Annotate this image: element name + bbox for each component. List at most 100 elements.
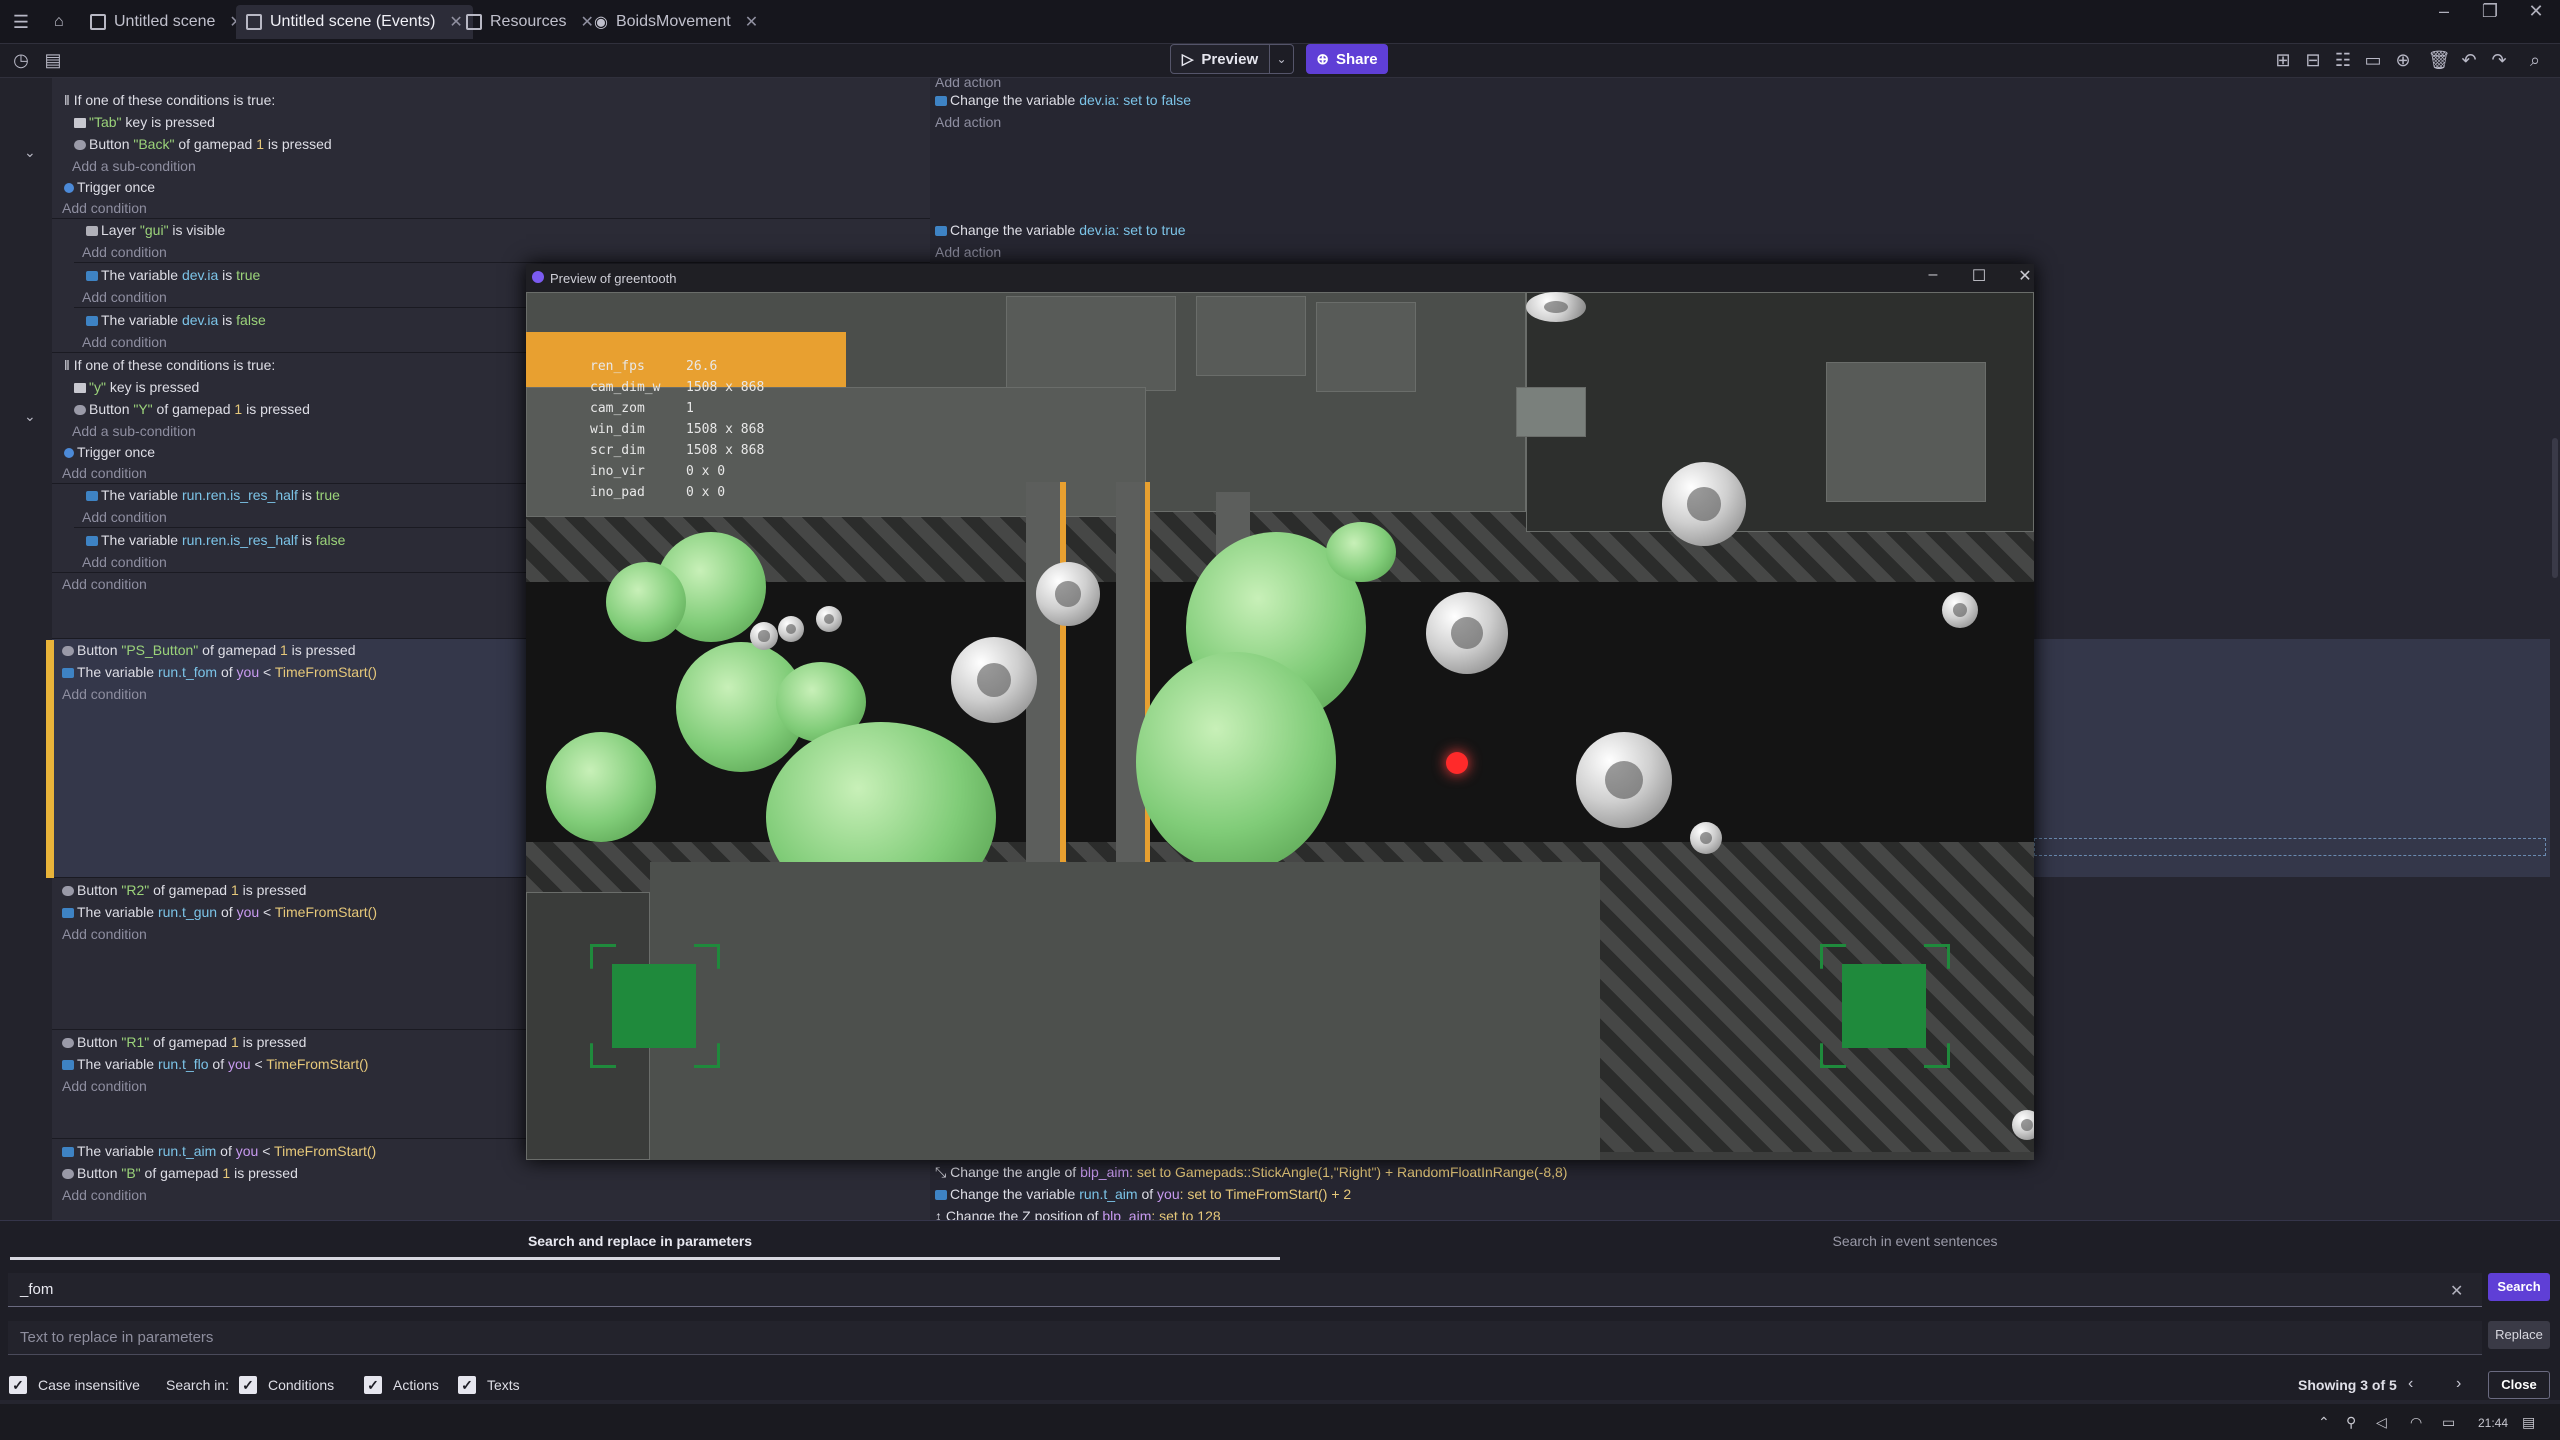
close-icon[interactable]: ✕ xyxy=(2010,266,2040,286)
condition-gamepad-r1[interactable]: Button "R1" of gamepad 1 is pressed xyxy=(62,1033,306,1051)
condition-gamepad-r2[interactable]: Button "R2" of gamepad 1 is pressed xyxy=(62,881,306,899)
add-group-icon[interactable]: ☷ xyxy=(2330,47,2356,73)
action-change-variable-aim[interactable]: Change the variable run.t_aim of you: se… xyxy=(935,1185,1351,1203)
game-canvas[interactable]: ren_fps 26.6 cam_dim_w 1508 x 868 cam_zom 1 wi… xyxy=(526,292,2034,1160)
redo-icon[interactable]: ↷ xyxy=(2486,47,2512,73)
preview-window[interactable]: Preview of greentooth – ☐ ✕ ren_fps 26.6… xyxy=(526,264,2034,1160)
notification-icon[interactable]: ▤ xyxy=(2522,1414,2535,1431)
condition-key-y[interactable]: "y" key is pressed xyxy=(74,378,199,396)
chevron-down-icon[interactable]: ⌄ xyxy=(24,408,36,425)
maximize-icon[interactable]: ☐ xyxy=(1964,266,1994,286)
condition-layer-visible[interactable]: Layer "gui" is visible xyxy=(86,221,225,239)
close-search-button[interactable]: Close xyxy=(2488,1371,2550,1399)
add-condition-link[interactable]: Add condition xyxy=(62,575,147,593)
search-input[interactable]: _fom xyxy=(8,1273,2482,1307)
add-condition-link[interactable]: Add condition xyxy=(62,685,147,703)
replace-input[interactable]: Text to replace in parameters xyxy=(8,1321,2482,1355)
add-subcondition-link[interactable]: Add a sub-condition xyxy=(72,422,196,440)
maximize-icon[interactable]: ❐ xyxy=(2470,0,2510,24)
history-icon[interactable]: ◷ xyxy=(8,47,34,73)
delete-icon[interactable]: 🗑 xyxy=(2426,47,2452,73)
preview-button[interactable]: ▷ Preview xyxy=(1170,44,1270,74)
add-condition-link[interactable]: Add condition xyxy=(62,1186,147,1204)
preview-dropdown[interactable]: ⌄ xyxy=(1270,44,1294,74)
tab-boids[interactable]: ◉ BoidsMovement ✕ xyxy=(584,5,768,39)
close-icon[interactable]: ✕ xyxy=(745,12,758,32)
undo-icon[interactable]: ↶ xyxy=(2456,47,2482,73)
battery-icon[interactable]: ▭ xyxy=(2442,1414,2455,1431)
condition-gamepad-b[interactable]: Button "B" of gamepad 1 is pressed xyxy=(62,1164,298,1182)
usb-icon[interactable]: ⚲ xyxy=(2346,1414,2356,1431)
action-change-variable[interactable]: Change the variable dev.ia: set to false xyxy=(935,91,1191,109)
tab-search-sentences[interactable]: Search in event sentences xyxy=(1280,1233,2550,1249)
condition-gamepad-back[interactable]: Button "Back" of gamepad 1 is pressed xyxy=(74,135,332,153)
add-condition-link[interactable]: Add condition xyxy=(62,925,147,943)
action-change-angle[interactable]: ⤡ Change the angle of blp_aim: set to Ga… xyxy=(935,1163,1567,1181)
tab-scene[interactable]: Untitled scene ✕ xyxy=(80,5,253,39)
add-subevent-icon[interactable]: ⊟ xyxy=(2300,47,2326,73)
close-window-icon[interactable]: ✕ xyxy=(2516,0,2556,24)
add-condition-link[interactable]: Add condition xyxy=(62,1077,147,1095)
add-action-link[interactable]: Add action xyxy=(935,243,1001,261)
or-condition-header[interactable]: ‖ If one of these conditions is true: xyxy=(64,91,275,109)
action-change-z[interactable]: ↕ Change the Z position of blp_aim: set … xyxy=(935,1207,1221,1220)
chevron-down-icon[interactable]: ⌄ xyxy=(24,144,36,161)
condition-variable[interactable]: The variable dev.ia is false xyxy=(86,311,266,329)
minimize-icon[interactable]: – xyxy=(2424,0,2464,24)
add-condition-link[interactable]: Add condition xyxy=(82,553,167,571)
condition-trigger-once[interactable]: Trigger once xyxy=(64,443,155,461)
previous-result-icon[interactable]: ‹ xyxy=(2408,1375,2413,1393)
preview-titlebar[interactable]: Preview of greentooth – ☐ ✕ xyxy=(526,264,2034,292)
add-condition-link[interactable]: Add condition xyxy=(82,288,167,306)
add-condition-link[interactable]: Add condition xyxy=(82,333,167,351)
add-event-icon[interactable]: ⊞ xyxy=(2270,47,2296,73)
or-condition-header[interactable]: ‖ If one of these conditions is true: xyxy=(64,356,275,374)
project-manager-icon[interactable]: ▤ xyxy=(40,47,66,73)
add-action-link[interactable]: Add action xyxy=(935,78,1001,91)
actions-checkbox[interactable]: ✓ xyxy=(364,1376,382,1394)
add-condition-link[interactable]: Add condition xyxy=(62,199,147,217)
condition-variable[interactable]: The variable dev.ia is true xyxy=(86,266,260,284)
tab-home[interactable]: ⌂ xyxy=(44,5,74,39)
wifi-icon[interactable]: ◠ xyxy=(2410,1414,2422,1431)
condition-variable[interactable]: The variable run.ren.is_res_half is fals… xyxy=(86,531,345,549)
touch-button-right[interactable] xyxy=(1842,964,1926,1048)
tab-search-params[interactable]: Search and replace in parameters xyxy=(0,1233,1280,1249)
add-condition-link[interactable]: Add condition xyxy=(82,243,167,261)
add-action-link[interactable]: Add action xyxy=(935,113,1001,131)
condition-trigger-once[interactable]: Trigger once xyxy=(64,178,155,196)
case-insensitive-checkbox[interactable]: ✓ xyxy=(9,1376,27,1394)
replace-button[interactable]: Replace xyxy=(2488,1321,2550,1349)
clock[interactable]: 21:44 xyxy=(2478,1416,2508,1430)
volume-icon[interactable]: ◁ xyxy=(2376,1414,2387,1431)
conditions-checkbox[interactable]: ✓ xyxy=(239,1376,257,1394)
hamburger-menu-icon[interactable]: ☰ xyxy=(8,9,34,35)
add-condition-link[interactable]: Add condition xyxy=(62,464,147,482)
condition-gamepad-y[interactable]: Button "Y" of gamepad 1 is pressed xyxy=(74,400,310,418)
minimize-icon[interactable]: – xyxy=(1918,266,1948,284)
clear-icon[interactable]: ✕ xyxy=(2450,1281,2463,1301)
touch-button-left[interactable] xyxy=(612,964,696,1048)
condition-variable[interactable]: The variable run.ren.is_res_half is true xyxy=(86,486,340,504)
variable-icon xyxy=(62,1147,74,1158)
vertical-scrollbar[interactable] xyxy=(2552,438,2558,578)
add-comment-icon[interactable]: ▭ xyxy=(2360,47,2386,73)
condition-gamepad-ps[interactable]: Button "PS_Button" of gamepad 1 is press… xyxy=(62,641,356,659)
add-condition-link[interactable]: Add condition xyxy=(82,508,167,526)
search-icon[interactable]: ⌕ xyxy=(2522,47,2548,73)
condition-variable-aim[interactable]: The variable run.t_aim of you < TimeFrom… xyxy=(62,1142,376,1160)
next-result-icon[interactable]: › xyxy=(2456,1375,2461,1393)
condition-variable-flo[interactable]: The variable run.t_flo of you < TimeFrom… xyxy=(62,1055,368,1073)
condition-variable-gun[interactable]: The variable run.t_gun of you < TimeFrom… xyxy=(62,903,377,921)
search-button[interactable]: Search xyxy=(2488,1273,2550,1301)
share-button[interactable]: ⊕ Share xyxy=(1306,44,1388,74)
add-subcondition-link[interactable]: Add a sub-condition xyxy=(72,157,196,175)
tray-chevron-icon[interactable]: ⌃ xyxy=(2318,1414,2330,1431)
action-change-variable[interactable]: Change the variable dev.ia: set to true xyxy=(935,221,1186,239)
tab-events[interactable]: Untitled scene (Events) ✕ xyxy=(236,5,473,39)
condition-variable-fom[interactable]: The variable run.t_fom of you < TimeFrom… xyxy=(62,663,377,681)
texts-checkbox[interactable]: ✓ xyxy=(458,1376,476,1394)
tab-resources[interactable]: Resources ✕ xyxy=(456,5,604,39)
condition-key-tab[interactable]: "Tab" key is pressed xyxy=(74,113,215,131)
add-icon[interactable]: ⊕ xyxy=(2390,47,2416,73)
